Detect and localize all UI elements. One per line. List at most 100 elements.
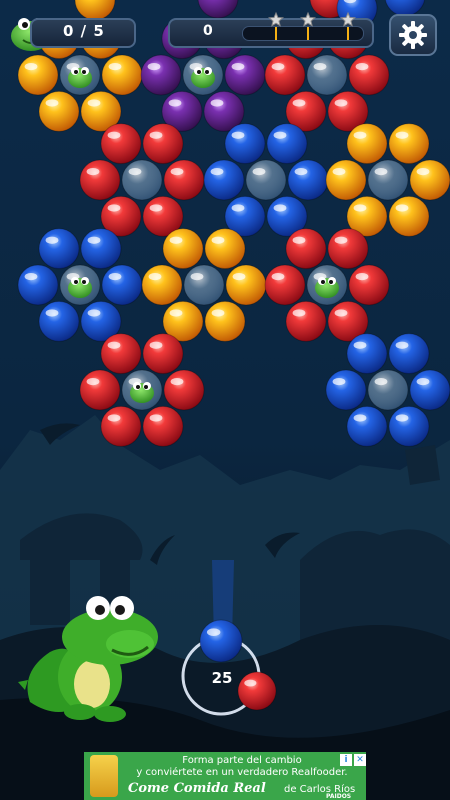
bubble-blue[interactable] [17, 264, 59, 306]
empty-glass-bubble[interactable] [306, 54, 348, 96]
bubble-purple[interactable] [224, 54, 266, 96]
bubble-highlight [24, 63, 38, 71]
star-icon [268, 11, 284, 27]
bubble-highlight [149, 204, 163, 212]
bubble-highlight [353, 414, 367, 422]
bubble-yellow[interactable] [388, 123, 430, 165]
bubble-highlight [169, 236, 183, 244]
bubble-highlight [416, 168, 430, 176]
bubble-blue[interactable] [287, 159, 329, 201]
bubble-blue[interactable] [38, 228, 80, 270]
bubble-highlight [231, 204, 245, 212]
bubble-yellow[interactable] [409, 159, 450, 201]
bubble-blue[interactable] [38, 300, 80, 342]
star-icon [340, 11, 356, 27]
bubble-red[interactable] [79, 369, 121, 411]
bubble-highlight [332, 168, 346, 176]
bubble-highlight [353, 341, 367, 349]
bubble-highlight [231, 131, 245, 139]
bubble-blue[interactable] [325, 369, 367, 411]
bubble-red[interactable] [285, 300, 327, 342]
current-shot-bubble[interactable] [199, 619, 243, 663]
bubble-blue[interactable] [346, 333, 388, 375]
info-icon[interactable]: i [340, 754, 352, 766]
empty-glass-bubble[interactable] [183, 264, 225, 306]
bubble-highlight [170, 378, 184, 386]
bubble-highlight [273, 204, 287, 212]
bubble-purple[interactable] [140, 54, 182, 96]
bubble-yellow[interactable] [101, 54, 143, 96]
bubble-yellow[interactable] [388, 195, 430, 237]
bubble-highlight [107, 204, 121, 212]
bubble-blue[interactable] [224, 123, 266, 165]
bubble-yellow[interactable] [204, 228, 246, 270]
bubble-blue[interactable] [388, 333, 430, 375]
bubble-red[interactable] [142, 123, 184, 165]
bubble-highlight [355, 63, 369, 71]
shots-remaining: 25 [211, 669, 233, 687]
bubble-highlight [334, 309, 348, 317]
empty-glass-bubble[interactable] [367, 159, 409, 201]
bubble-yellow[interactable] [325, 159, 367, 201]
bubble-red[interactable] [264, 54, 306, 96]
bubble-blue[interactable] [80, 228, 122, 270]
bubble-red[interactable] [327, 228, 369, 270]
bubble-highlight [355, 273, 369, 281]
score-value: 0 [203, 23, 213, 39]
bubble-red[interactable] [348, 54, 390, 96]
bubble-yellow[interactable] [225, 264, 267, 306]
bubble-yellow[interactable] [162, 228, 204, 270]
ad-banner[interactable]: Forma parte del cambio y conviértete en … [84, 752, 366, 800]
bubble-blue[interactable] [346, 405, 388, 447]
bubble-red[interactable] [100, 123, 142, 165]
bubble-blue[interactable] [409, 369, 450, 411]
bubble-yellow[interactable] [17, 54, 59, 96]
bubble-red[interactable] [142, 333, 184, 375]
bubble-highlight [87, 99, 101, 107]
star-icon [300, 11, 316, 27]
bubble-yellow[interactable] [141, 264, 183, 306]
bubble-yellow[interactable] [38, 90, 80, 132]
bubble-red[interactable] [100, 333, 142, 375]
bubble-highlight [190, 273, 204, 281]
empty-glass-bubble[interactable] [245, 159, 287, 201]
bubble-highlight [87, 309, 101, 317]
bubble-blue[interactable] [388, 405, 430, 447]
settings-button[interactable] [389, 14, 437, 56]
ad-line-1: Forma parte del cambio [182, 755, 302, 766]
bubble-highlight [170, 168, 184, 176]
close-icon[interactable]: ✕ [354, 754, 366, 766]
bubble-red[interactable] [163, 369, 205, 411]
bubble-red[interactable] [285, 228, 327, 270]
bubble-highlight [107, 414, 121, 422]
bubble-highlight [232, 273, 246, 281]
bubble-red[interactable] [264, 264, 306, 306]
goal-counter: 0 / 5 [63, 22, 105, 40]
bubble-yellow[interactable] [346, 123, 388, 165]
bubble-yellow[interactable] [204, 300, 246, 342]
bubble-highlight [273, 131, 287, 139]
empty-glass-bubble[interactable] [121, 159, 163, 201]
bubble-red[interactable] [163, 159, 205, 201]
bubble-highlight [292, 236, 306, 244]
bubble-highlight [313, 63, 327, 71]
bubble-blue[interactable] [203, 159, 245, 201]
bubble-highlight [108, 273, 122, 281]
bubble-highlight [210, 99, 224, 107]
baby-dino-icon [315, 277, 339, 298]
bubble-red[interactable] [348, 264, 390, 306]
bubble-red[interactable] [142, 405, 184, 447]
empty-glass-bubble[interactable] [367, 369, 409, 411]
bubble-highlight [148, 273, 162, 281]
bubble-red[interactable] [79, 159, 121, 201]
baby-dino-icon [68, 67, 92, 88]
bubble-blue[interactable] [101, 264, 143, 306]
baby-dino-icon [191, 67, 215, 88]
bubble-highlight [211, 309, 225, 317]
bubble-blue[interactable] [266, 123, 308, 165]
bubble-highlight [395, 341, 409, 349]
next-shot-bubble[interactable] [237, 671, 277, 711]
bubble-red[interactable] [100, 405, 142, 447]
bubble-highlight [374, 168, 388, 176]
bubble-highlight [244, 679, 257, 687]
